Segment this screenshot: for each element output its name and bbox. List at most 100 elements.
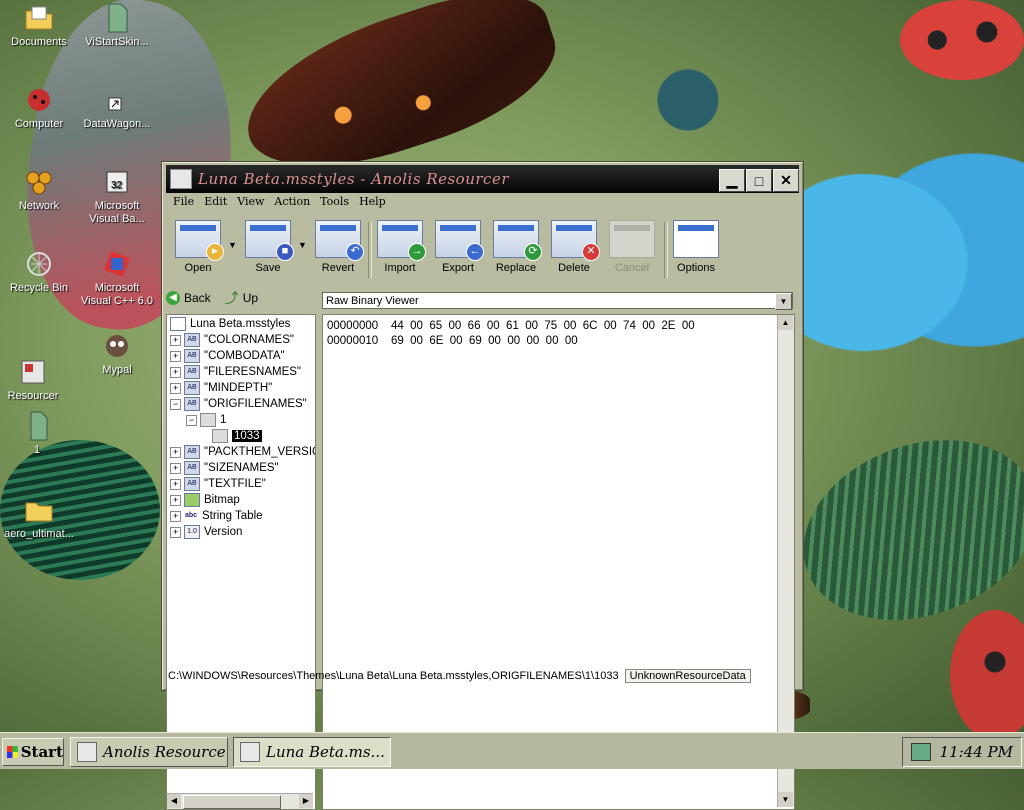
tree-item-version[interactable]: +1.0 Version [170,524,242,540]
viewer-select-value: Raw Binary Viewer [326,295,419,307]
tree-item-fileresnames[interactable]: + AB "FILERESNAMES" [170,364,301,380]
expand-icon[interactable]: + [170,446,181,458]
expand-icon[interactable]: + [170,494,181,506]
back-button[interactable]: ◀ Back [166,291,211,305]
menu-edit[interactable]: Edit [199,195,232,213]
close-icon: ✕ [780,172,792,188]
tree-item-mindepth[interactable]: + AB "MINDEPTH" [170,380,272,396]
scroll-down-icon[interactable]: ▼ [778,792,793,807]
desktop-icon-visual-basic[interactable]: 32 Microsoft Visual Ba... [80,166,154,226]
tree-item-textfile[interactable]: + AB "TEXTFILE" [170,476,266,492]
open-dropdown-arrow[interactable]: ▼ [228,240,237,250]
chevron-down-icon[interactable]: ▼ [775,293,792,310]
expand-icon[interactable]: + [170,462,181,474]
expand-icon[interactable]: + [170,366,181,378]
taskbar: Start Anolis Resource... Luna Beta.ms...… [0,732,1024,769]
desktop-icon-network[interactable]: Network [2,166,76,213]
computer-icon [28,89,50,111]
svg-text:32: 32 [111,180,123,191]
close-button[interactable]: ✕ [773,169,799,192]
desktop-icon-recycle-bin[interactable]: Recycle Bin [2,248,76,295]
options-button[interactable]: Options [666,220,726,274]
scroll-left-icon[interactable]: ◀ [167,794,181,808]
resource-type-icon: AB [184,461,200,475]
windows-logo-icon [7,746,18,758]
resource-type-icon: AB [184,477,200,491]
expand-icon[interactable]: + [170,526,181,538]
tree-item-1033[interactable]: 1033 [212,428,262,444]
wallpaper-spider [640,55,760,145]
minimize-button[interactable]: ▁ [719,169,745,192]
save-dropdown-arrow[interactable]: ▼ [298,240,307,250]
start-button[interactable]: Start [2,738,64,766]
scroll-up-icon[interactable]: ▲ [778,315,793,330]
desktop-icon-documents[interactable]: Documents [2,2,76,49]
desktop-icon-aero-ultimate[interactable]: aero_ultimat... [2,494,76,541]
viewer-select[interactable]: Raw Binary Viewer ▼ [322,292,793,310]
scroll-thumb[interactable] [183,795,281,809]
tree-horizontal-scrollbar[interactable]: ◀ ▶ [167,793,313,809]
desktop-icon-vistartskin[interactable]: ViStartSkin... [80,2,154,49]
desktop-icon-datawagon[interactable]: DataWagon... [80,84,154,131]
folder-documents-icon [25,6,53,30]
taskbar-button-luna-beta[interactable]: Luna Beta.ms... [233,737,391,767]
taskbar-button-anolis[interactable]: Anolis Resource... [70,737,228,767]
import-button[interactable]: → Import [370,220,430,274]
desktop-icon-visual-cpp[interactable]: Microsoft Visual C++ 6.0 [80,248,154,308]
menu-tools[interactable]: Tools [315,195,354,213]
expand-icon[interactable]: + [170,350,181,362]
status-bar: C:\WINDOWS\Resources\Themes\Luna Beta\Lu… [166,667,799,685]
up-button[interactable]: ⤴ Up [225,291,258,305]
import-icon: → [377,220,426,261]
cancel-button[interactable]: Cancel [602,220,662,274]
menu-action[interactable]: Action [269,195,315,213]
tree-item-origfilenames[interactable]: − AB "ORIGFILENAMES" [170,396,307,412]
tree-item-packthem-version[interactable]: + AB "PACKTHEM_VERSIO [170,444,315,460]
desktop-icon-mypal[interactable]: Mypal [80,330,154,377]
resource-type-icon: AB [184,349,200,363]
menu-file[interactable]: File [168,195,199,213]
msstyles-file-icon [170,317,186,331]
file-icon [30,411,48,441]
up-folder-icon: ⤴ [224,290,239,306]
app-icon [240,742,260,762]
expand-icon[interactable]: + [170,478,181,490]
maximize-button[interactable]: □ [746,169,772,192]
collapse-icon[interactable]: − [186,414,197,426]
maximize-icon: □ [754,172,764,189]
expand-icon[interactable]: + [170,334,181,346]
shortcut-icon [108,97,122,111]
scroll-right-icon[interactable]: ▶ [299,794,313,808]
tree-item-sizenames[interactable]: + AB "SIZENAMES" [170,460,279,476]
desktop-icon-resourcer[interactable]: Resourcer [0,356,70,403]
visual-basic-icon: 32 [106,171,128,193]
menu-view[interactable]: View [232,195,269,213]
title-bar[interactable]: Luna Beta.msstyles - Anolis Resourcer ▁ … [166,165,799,193]
desktop-icon-computer[interactable]: Computer [2,84,76,131]
revert-button[interactable]: ↶ Revert [308,220,368,274]
clock[interactable]: 11:44 PM [940,743,1013,761]
expand-icon[interactable]: + [170,382,181,394]
options-icon [673,220,719,258]
expand-icon[interactable]: + [170,510,181,522]
cancel-icon [609,220,655,258]
tree-item-bitmap[interactable]: + Bitmap [170,492,240,508]
status-path: C:\WINDOWS\Resources\Themes\Luna Beta\Lu… [168,670,619,682]
delete-button[interactable]: ✕ Delete [544,220,604,274]
save-button[interactable]: ■ Save [238,220,298,274]
tree-item-colornames[interactable]: + AB "COLORNAMES" [170,332,294,348]
replace-button[interactable]: ⟳ Replace [486,220,546,274]
resource-type-icon: AB [184,397,200,411]
open-button[interactable]: ▸ Open [168,220,228,274]
folder-icon [25,502,53,522]
collapse-icon[interactable]: − [170,398,181,410]
network-tray-icon[interactable] [911,743,931,761]
menu-help[interactable]: Help [354,195,391,213]
tree-root[interactable]: Luna Beta.msstyles [170,316,290,332]
tree-item-combodata[interactable]: + AB "COMBODATA" [170,348,285,364]
resource-type-icon: AB [184,365,200,379]
desktop-icon-1[interactable]: 1 [0,410,74,457]
tree-item-1[interactable]: −1 [186,412,226,428]
tree-item-string-table[interactable]: + abc String Table [170,508,263,524]
export-button[interactable]: ← Export [428,220,488,274]
